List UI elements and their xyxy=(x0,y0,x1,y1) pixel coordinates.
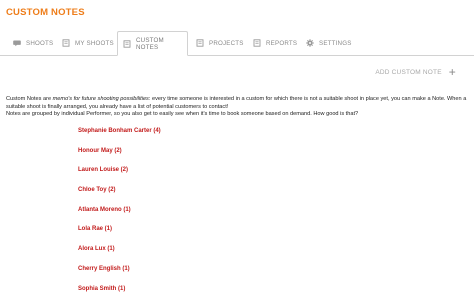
add-custom-note-label: ADD CUSTOM NOTE xyxy=(375,69,441,76)
tab-settings[interactable]: SETTINGS xyxy=(306,31,352,55)
document-icon xyxy=(62,39,70,47)
performer-notes-list: Stephanie Bonham Carter (4) Honour May (… xyxy=(78,127,161,304)
tab-label: SHOOTS xyxy=(26,40,53,47)
page-title: CUSTOM NOTES xyxy=(6,7,85,18)
document-icon xyxy=(196,39,204,47)
performer-note-link[interactable]: Cherry English (1) xyxy=(78,265,161,285)
performer-note-link[interactable]: Alora Lux (1) xyxy=(78,245,161,265)
performer-note-link[interactable]: Sophia Smith (1) xyxy=(78,285,161,304)
performer-note-link[interactable]: Chloe Toy (2) xyxy=(78,186,161,206)
tab-projects[interactable]: PROJECTS xyxy=(196,31,244,55)
tab-label: MY SHOOTS xyxy=(75,40,114,47)
description-paragraph-2: Notes are grouped by individual Performe… xyxy=(6,111,472,119)
chat-bubble-icon xyxy=(13,39,21,47)
gear-icon xyxy=(306,39,314,47)
description: Custom Notes are memo's for future shoot… xyxy=(6,96,472,119)
tab-label: REPORTS xyxy=(266,40,297,47)
add-custom-note-button[interactable]: ADD CUSTOM NOTE + xyxy=(375,68,456,76)
tab-my-shoots[interactable]: MY SHOOTS xyxy=(62,31,114,55)
performer-note-link[interactable]: Lauren Louise (2) xyxy=(78,166,161,186)
performer-note-link[interactable]: Honour May (2) xyxy=(78,147,161,167)
tab-reports[interactable]: REPORTS xyxy=(253,31,297,55)
document-icon xyxy=(123,40,131,48)
tab-label: SETTINGS xyxy=(319,40,352,47)
tab-label: CUSTOM NOTES xyxy=(136,37,187,51)
tab-custom-notes[interactable]: CUSTOM NOTES xyxy=(117,31,188,56)
tab-bar: SHOOTS MY SHOOTS CUSTOM NOTES PROJECTS R… xyxy=(0,31,474,56)
performer-note-link[interactable]: Lola Rae (1) xyxy=(78,225,161,245)
tab-label: PROJECTS xyxy=(209,40,244,47)
performer-note-link[interactable]: Atlanta Moreno (1) xyxy=(78,206,161,226)
plus-icon: + xyxy=(449,68,456,76)
document-icon xyxy=(253,39,261,47)
tab-shoots[interactable]: SHOOTS xyxy=(13,31,53,55)
performer-note-link[interactable]: Stephanie Bonham Carter (4) xyxy=(78,127,161,147)
description-paragraph-1: Custom Notes are memo's for future shoot… xyxy=(6,96,472,111)
